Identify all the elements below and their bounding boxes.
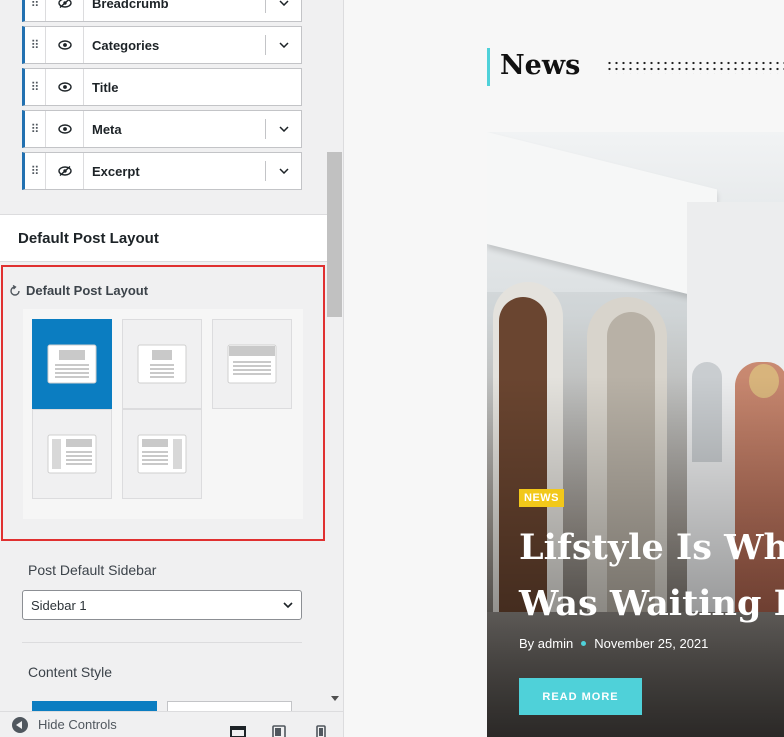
drag-handle-icon[interactable]: ⠿ bbox=[25, 69, 46, 105]
layout-option-boxed[interactable] bbox=[122, 319, 202, 409]
reset-icon[interactable] bbox=[9, 284, 21, 297]
section-title: Default Post Layout bbox=[18, 230, 159, 247]
dotted-decoration bbox=[606, 60, 784, 74]
post-meta: By admin November 25, 2021 bbox=[519, 636, 708, 651]
eye-hidden-icon[interactable] bbox=[46, 153, 84, 189]
drag-handle-icon[interactable]: ⠿ bbox=[25, 153, 46, 189]
customizer-panel: ⠿ Breadcrumb ⠿ Categories ⠿ Title ⠿ Meta… bbox=[0, 0, 344, 737]
content-style-label: Content Style bbox=[28, 664, 113, 680]
element-row-breadcrumb[interactable]: ⠿ Breadcrumb bbox=[22, 0, 302, 22]
featured-post-card[interactable]: NEWS Lifstyle Is Wha Was Waiting Fo By a… bbox=[487, 132, 784, 737]
section-header: Default Post Layout bbox=[0, 214, 327, 262]
element-row-excerpt[interactable]: ⠿ Excerpt bbox=[22, 152, 302, 190]
divider bbox=[22, 642, 302, 643]
chevron-down-icon bbox=[283, 602, 293, 609]
layout-right-sidebar-icon bbox=[137, 434, 187, 474]
chevron-down-icon[interactable] bbox=[265, 119, 301, 139]
site-preview: News NEWS Lifstyle Is Wha Was Waiting Fo… bbox=[344, 0, 784, 737]
post-title-line-1: Lifstyle Is Wha bbox=[519, 527, 784, 568]
element-label: Excerpt bbox=[92, 163, 140, 179]
scroll-down-arrow-icon[interactable] bbox=[331, 696, 339, 701]
eye-icon[interactable] bbox=[46, 111, 84, 147]
layout-label-wrap: Default Post Layout bbox=[9, 283, 148, 298]
element-label: Breadcrumb bbox=[92, 0, 169, 11]
layout-option-right-sidebar[interactable] bbox=[122, 409, 202, 499]
post-date: November 25, 2021 bbox=[594, 636, 709, 651]
eye-hidden-icon[interactable] bbox=[46, 0, 84, 21]
mobile-preview-icon[interactable] bbox=[310, 724, 332, 737]
drag-handle-icon[interactable]: ⠿ bbox=[25, 0, 46, 21]
desktop-preview-icon[interactable] bbox=[227, 724, 249, 737]
layout-option-full-width[interactable] bbox=[32, 319, 112, 409]
element-row-title[interactable]: ⠿ Title bbox=[22, 68, 302, 106]
customizer-footer: Hide Controls bbox=[0, 711, 343, 737]
meta-separator-dot bbox=[581, 641, 587, 646]
chevron-down-icon[interactable] bbox=[265, 0, 301, 13]
post-title-line-2: Was Waiting Fo bbox=[519, 583, 784, 624]
element-label: Categories bbox=[92, 37, 160, 53]
layout-options-grid bbox=[23, 309, 303, 519]
layout-option-left-sidebar[interactable] bbox=[32, 409, 112, 499]
tablet-preview-icon[interactable] bbox=[268, 724, 290, 737]
eye-icon[interactable] bbox=[46, 69, 84, 105]
select-value: Sidebar 1 bbox=[31, 597, 87, 613]
layout-label: Default Post Layout bbox=[26, 283, 149, 298]
hide-controls-label: Hide Controls bbox=[38, 717, 117, 732]
element-row-meta[interactable]: ⠿ Meta bbox=[22, 110, 302, 148]
post-default-sidebar-label: Post Default Sidebar bbox=[28, 562, 157, 578]
element-row-categories[interactable]: ⠿ Categories bbox=[22, 26, 302, 64]
default-post-layout-control: Default Post Layout bbox=[1, 265, 325, 541]
panel-scrollbar[interactable] bbox=[327, 0, 343, 711]
element-label: Title bbox=[92, 79, 119, 95]
drag-handle-icon[interactable]: ⠿ bbox=[25, 27, 46, 63]
layout-boxed-icon bbox=[137, 344, 187, 384]
post-author[interactable]: By admin bbox=[519, 636, 573, 651]
layout-full-width-icon bbox=[47, 344, 97, 384]
post-default-sidebar-select[interactable]: Sidebar 1 bbox=[22, 590, 302, 620]
hide-controls-button[interactable]: Hide Controls bbox=[12, 716, 117, 733]
eye-icon[interactable] bbox=[46, 27, 84, 63]
layout-option-wide[interactable] bbox=[212, 319, 292, 409]
layout-left-sidebar-icon bbox=[47, 434, 97, 474]
scrollbar-thumb[interactable] bbox=[327, 152, 342, 317]
layout-wide-icon bbox=[227, 344, 277, 384]
chevron-down-icon[interactable] bbox=[265, 161, 301, 181]
news-heading: News bbox=[500, 50, 581, 81]
news-heading-accent bbox=[487, 48, 490, 86]
panel-scroll-area: ⠿ Breadcrumb ⠿ Categories ⠿ Title ⠿ Meta… bbox=[0, 0, 327, 711]
post-title[interactable]: Lifstyle Is Wha Was Waiting Fo bbox=[519, 520, 784, 632]
drag-handle-icon[interactable]: ⠿ bbox=[25, 111, 46, 147]
content-style-option-2[interactable] bbox=[167, 701, 292, 711]
element-label: Meta bbox=[92, 121, 122, 137]
collapse-arrow-icon bbox=[12, 716, 28, 733]
chevron-down-icon[interactable] bbox=[265, 35, 301, 55]
read-more-button[interactable]: READ MORE bbox=[519, 678, 642, 715]
category-badge[interactable]: NEWS bbox=[519, 489, 564, 507]
content-style-option-1[interactable] bbox=[32, 701, 157, 711]
